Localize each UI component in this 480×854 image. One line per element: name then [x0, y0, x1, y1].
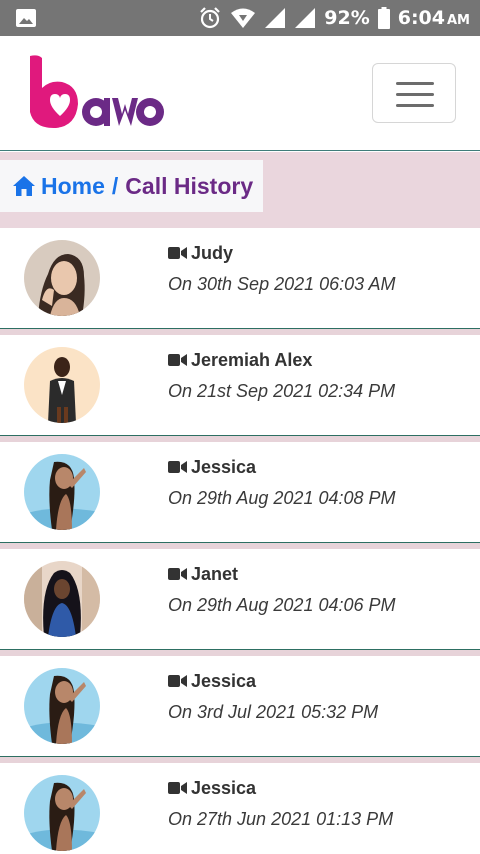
caller-name: Janet: [191, 563, 239, 584]
battery-percent: 92%: [324, 7, 370, 29]
avatar[interactable]: [24, 668, 100, 744]
caller-name: Jessica: [191, 670, 257, 691]
call-history-list: Judy On 30th Sep 2021 06:03 AM Jeremiah …: [0, 228, 480, 854]
video-camera-icon: [168, 354, 187, 366]
breadcrumb-current: Call History: [125, 172, 254, 199]
alarm-icon: [200, 7, 221, 29]
caller-name: Jessica: [191, 456, 257, 477]
call-row[interactable]: Judy On 30th Sep 2021 06:03 AM: [0, 228, 480, 329]
call-row[interactable]: Jessica On 29th Aug 2021 04:08 PM: [0, 442, 480, 543]
menu-bar-1: [396, 82, 434, 85]
video-camera-icon: [168, 461, 187, 473]
video-camera-icon: [168, 675, 187, 687]
video-camera-icon: [168, 568, 187, 580]
call-row[interactable]: Janet On 29th Aug 2021 04:06 PM: [0, 549, 480, 650]
clock-ampm: AM: [447, 13, 470, 28]
signal-icon-2: [295, 8, 316, 28]
call-date: On 3rd Jul 2021 05:32 PM: [168, 702, 379, 722]
status-bar: 92% 6:04 AM: [0, 0, 480, 36]
clock: 6:04 AM: [398, 7, 470, 29]
avatar[interactable]: [24, 347, 100, 423]
avatar[interactable]: [24, 561, 100, 637]
bawo-logo[interactable]: [24, 54, 168, 132]
menu-bar-3: [396, 104, 434, 107]
clock-time: 6:04: [397, 7, 445, 29]
breadcrumb-home[interactable]: Home: [12, 173, 105, 200]
call-date: On 27th Jun 2021 01:13 PM: [168, 809, 394, 829]
breadcrumb-home-label: Home: [41, 172, 105, 199]
avatar[interactable]: [24, 240, 100, 316]
caller-name: Jeremiah Alex: [191, 349, 313, 370]
signal-icon-1: [265, 8, 286, 28]
call-row[interactable]: Jeremiah Alex On 21st Sep 2021 02:34 PM: [0, 335, 480, 436]
battery-icon: [377, 7, 390, 29]
call-date: On 29th Aug 2021 04:06 PM: [168, 595, 396, 615]
breadcrumb-band: Home / Call History: [0, 152, 480, 228]
app-header: [0, 36, 480, 151]
breadcrumb-separator: /: [111, 172, 119, 199]
avatar[interactable]: [24, 454, 100, 530]
video-camera-icon: [168, 782, 187, 794]
avatar[interactable]: [24, 775, 100, 851]
caller-name: Judy: [191, 242, 234, 263]
call-date: On 29th Aug 2021 04:08 PM: [168, 488, 396, 508]
wifi-icon: [231, 8, 256, 28]
call-row[interactable]: Jessica On 27th Jun 2021 01:13 PM: [0, 763, 480, 854]
caller-name: Jessica: [191, 777, 257, 798]
call-row[interactable]: Jessica On 3rd Jul 2021 05:32 PM: [0, 656, 480, 757]
image-notification-icon: [16, 9, 36, 27]
menu-toggle-button[interactable]: [372, 63, 456, 123]
call-date: On 30th Sep 2021 06:03 AM: [168, 274, 396, 294]
breadcrumb: Home / Call History: [0, 160, 263, 212]
call-date: On 21st Sep 2021 02:34 PM: [168, 381, 396, 401]
video-camera-icon: [168, 247, 187, 259]
home-icon: [13, 176, 35, 196]
menu-bar-2: [396, 93, 434, 96]
